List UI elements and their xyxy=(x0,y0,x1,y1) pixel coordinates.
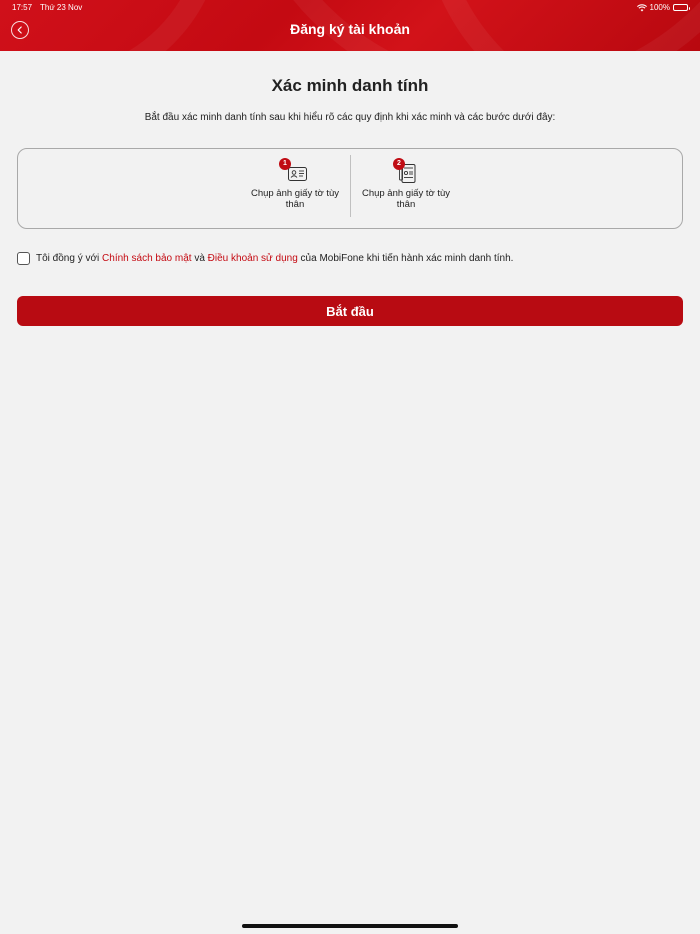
intro-text: Bắt đầu xác minh danh tính sau khi hiểu … xyxy=(144,112,556,123)
status-bar: 17:57 Thứ 23 Nov 100% xyxy=(0,3,700,15)
page-title: Xác minh danh tính xyxy=(271,76,429,95)
step-2: 2 Chụp ảnh giấy tờ tùy thân xyxy=(361,158,451,210)
consent-suffix: của MobiFone khi tiến hành xác minh danh… xyxy=(300,253,514,264)
step-badge: 1 xyxy=(279,158,291,170)
privacy-policy-link[interactable]: Chính sách bảo mật xyxy=(102,253,192,264)
consent-checkbox[interactable] xyxy=(17,252,30,265)
start-button[interactable]: Bắt đầu xyxy=(17,296,683,326)
consent-and: và xyxy=(194,253,205,264)
app-header: 17:57 Thứ 23 Nov 100% Đăng ký tài khoản xyxy=(0,0,700,51)
battery-icon xyxy=(673,4,690,11)
wifi-icon xyxy=(636,3,647,11)
steps-card: 1 Chụp ảnh giấy tờ tùy thân 2 Chụp ảnh g… xyxy=(17,148,683,229)
header-title: Đăng ký tài khoản xyxy=(290,21,410,37)
step-badge: 2 xyxy=(393,158,405,170)
status-date: Thứ 23 Nov xyxy=(40,3,83,12)
step-1: 1 Chụp ảnh giấy tờ tùy thân xyxy=(250,158,340,210)
consent-prefix: Tôi đồng ý với xyxy=(36,253,100,264)
consent-row: Tôi đồng ý với Chính sách bảo mật và Điề… xyxy=(17,252,513,265)
status-indicators: 100% xyxy=(636,3,690,12)
step-divider xyxy=(350,155,351,217)
step-label: Chụp ảnh giấy tờ tùy thân xyxy=(361,188,451,210)
home-indicator[interactable] xyxy=(242,924,458,928)
status-time: 17:57 xyxy=(12,3,33,12)
terms-of-use-link[interactable]: Điều khoản sử dụng xyxy=(208,253,298,264)
step-label: Chụp ảnh giấy tờ tùy thân xyxy=(250,188,340,210)
battery-percent: 100% xyxy=(649,3,670,12)
